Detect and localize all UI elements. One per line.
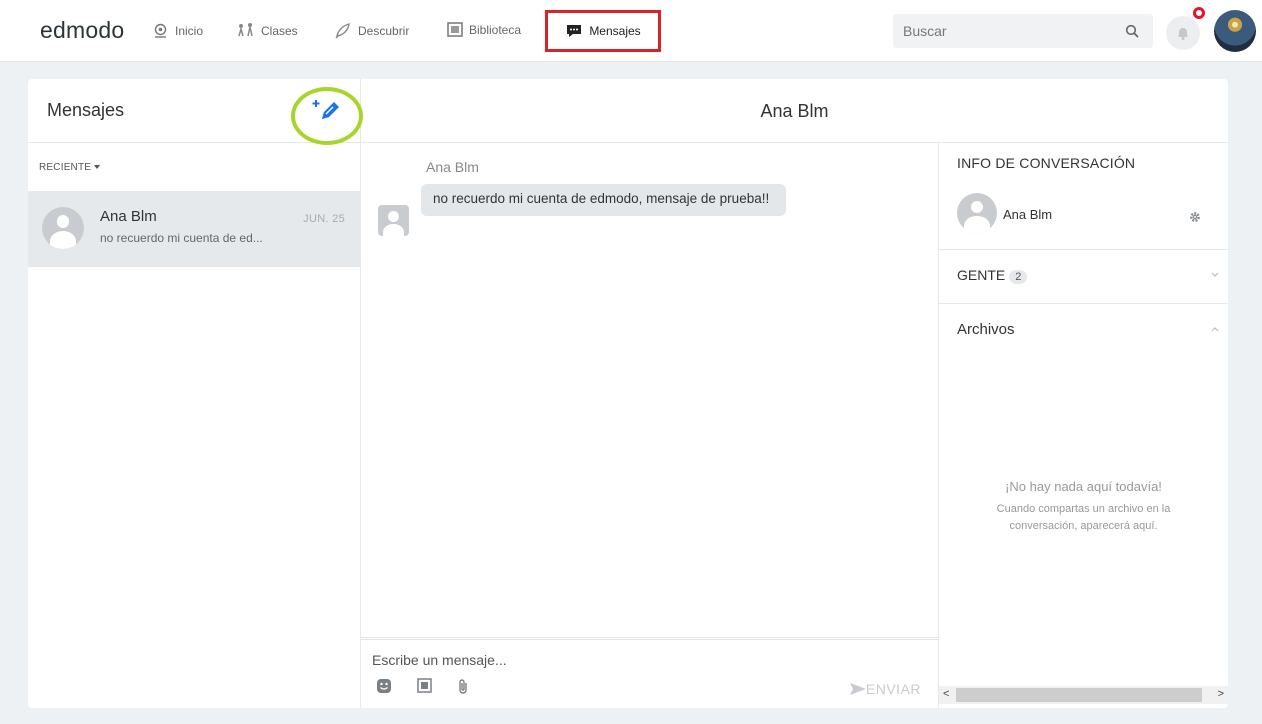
- messages-title: Mensajes: [47, 100, 125, 120]
- caret-down-icon: [94, 165, 101, 170]
- send-icon: [849, 683, 866, 695]
- message-composer: ENVIAR: [361, 637, 939, 708]
- avatar: [378, 205, 409, 236]
- messages-panel: Mensajes Ana Blm RECIENTE Ana Blm JUN. 2…: [28, 79, 1228, 708]
- scrollbar-thumb[interactable]: [956, 688, 1202, 702]
- people-count-badge: 2: [1009, 270, 1028, 284]
- gear-icon[interactable]: [1189, 211, 1201, 223]
- search-box: [893, 14, 1153, 48]
- empty-state-text: Cuando compartas un archivo en la conver…: [996, 503, 1171, 532]
- info-title: INFO DE CONVERSACIÓN: [957, 155, 1136, 171]
- thread-date: JUN. 25: [303, 213, 345, 225]
- notifications-button[interactable]: [1166, 16, 1200, 50]
- nav-clases[interactable]: Clases: [237, 22, 298, 39]
- message-input[interactable]: [372, 652, 832, 668]
- conversation-info-panel: INFO DE CONVERSACIÓN Ana Blm GENTE 2 Arch…: [939, 143, 1228, 708]
- nav-inicio-label: Inicio: [175, 23, 204, 38]
- people-label: GENTE: [957, 267, 1006, 283]
- empty-state-title: ¡No hay nada aquí todavía!: [1005, 479, 1162, 494]
- recent-filter-label: RECIENTE: [39, 162, 92, 173]
- notification-badge: [1191, 5, 1207, 21]
- message-sender: Ana Blm: [426, 159, 479, 175]
- thread-name: Ana Blm: [100, 208, 157, 225]
- thread-item[interactable]: Ana Blm JUN. 25 no recuerdo mi cuenta de…: [28, 191, 361, 267]
- chevron-up-icon[interactable]: [1211, 326, 1219, 332]
- send-button[interactable]: ENVIAR: [849, 681, 921, 697]
- rocket-icon: [335, 23, 350, 39]
- bell-icon: [1178, 28, 1188, 40]
- nav-descubrir-label: Descubrir: [358, 23, 410, 38]
- emoji-icon[interactable]: [376, 678, 392, 694]
- nav-biblioteca-label: Biblioteca: [469, 22, 522, 37]
- edmodo-logo[interactable]: edmodo: [40, 17, 124, 44]
- scroll-left-icon[interactable]: <: [943, 688, 949, 700]
- nav-inicio[interactable]: Inicio: [152, 22, 203, 39]
- library-icon[interactable]: [417, 678, 432, 693]
- thread-preview: no recuerdo mi cuenta de ed...: [100, 231, 263, 245]
- attachment-icon[interactable]: [457, 678, 469, 695]
- participant-name: Ana Blm: [1003, 207, 1053, 222]
- conversation-title: Ana Blm: [760, 101, 829, 121]
- search-input[interactable]: [893, 14, 1113, 48]
- divider: [939, 303, 1228, 304]
- chat-bubble-icon: [567, 25, 582, 37]
- recent-filter-dropdown[interactable]: RECIENTE: [39, 162, 101, 173]
- top-navigation-bar: edmodo Inicio Clases Descubrir Bibliotec…: [0, 0, 1262, 62]
- thread-list: RECIENTE Ana Blm JUN. 25 no recuerdo mi …: [28, 143, 361, 708]
- message-bubble: no recuerdo mi cuenta de edmodo, mensaje…: [421, 184, 786, 216]
- people-section-toggle[interactable]: GENTE 2: [957, 267, 1028, 284]
- files-section-toggle[interactable]: Archivos: [957, 321, 1015, 338]
- chevron-down-icon[interactable]: [1211, 272, 1219, 278]
- avatar: [42, 207, 84, 249]
- nav-biblioteca[interactable]: Biblioteca: [447, 22, 521, 37]
- library-icon: [447, 22, 463, 37]
- messages-header: Mensajes: [28, 79, 363, 145]
- nav-clases-label: Clases: [261, 23, 298, 38]
- horizontal-scrollbar[interactable]: < >: [939, 686, 1228, 704]
- avatar: [957, 193, 997, 233]
- user-avatar[interactable]: [1214, 10, 1256, 52]
- nav-mensajes[interactable]: Mensajes: [545, 10, 661, 52]
- classes-icon: [238, 23, 253, 37]
- nav-mensajes-label: Mensajes: [589, 24, 641, 38]
- home-icon: [154, 23, 167, 38]
- chat-area: Ana Blm no recuerdo mi cuenta de edmodo,…: [361, 143, 939, 708]
- send-label: ENVIAR: [865, 681, 921, 697]
- nav-descubrir[interactable]: Descubrir: [334, 22, 409, 39]
- search-icon[interactable]: [1125, 24, 1139, 38]
- divider: [939, 249, 1228, 250]
- new-message-icon[interactable]: [312, 97, 342, 125]
- conversation-header: Ana Blm: [361, 79, 1228, 143]
- scroll-right-icon[interactable]: >: [1218, 688, 1224, 700]
